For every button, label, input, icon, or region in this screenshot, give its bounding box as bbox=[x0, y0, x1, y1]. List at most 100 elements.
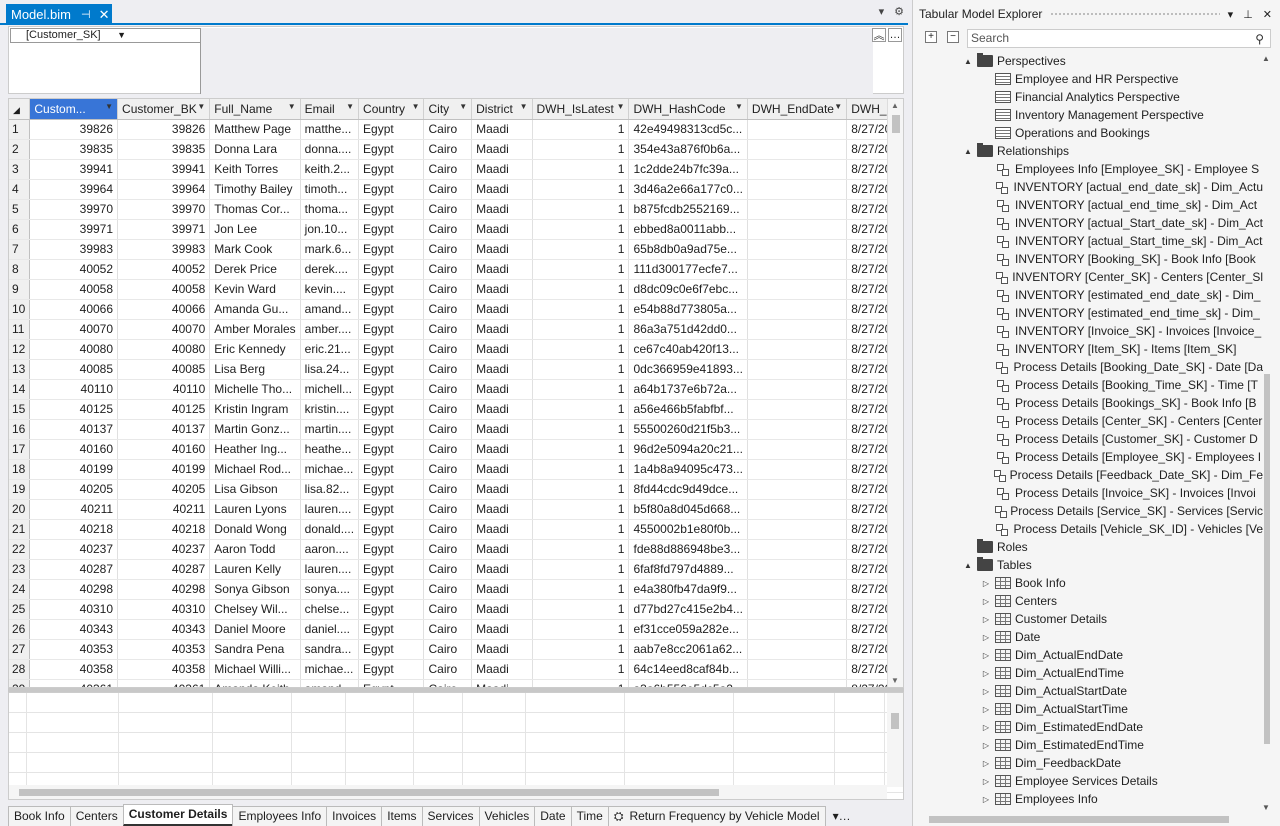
table-cell[interactable]: Maadi bbox=[471, 239, 533, 260]
table-cell[interactable]: 40137 bbox=[29, 419, 119, 440]
table-cell[interactable]: Maadi bbox=[471, 319, 533, 340]
table-cell[interactable] bbox=[747, 199, 848, 220]
table-tab[interactable]: ⛭ Return Frequency by Vehicle Model bbox=[607, 806, 826, 826]
table-cell[interactable]: 1 bbox=[532, 299, 630, 320]
tree-node[interactable]: ▷ Dim_ActualStartDate bbox=[913, 682, 1263, 700]
table-cell[interactable]: Maadi bbox=[471, 259, 533, 280]
table-row[interactable]: 23 40287 40287 Lauren Kelly lauren.... Egypt C… bbox=[9, 559, 903, 580]
table-cell[interactable]: Maadi bbox=[471, 639, 533, 660]
table-cell[interactable]: 1c2dde24b7fc39a... bbox=[628, 159, 748, 180]
table-cell[interactable]: Cairo bbox=[423, 319, 473, 340]
table-row[interactable]: 19 40205 40205 Lisa Gibson lisa.82... Egypt Ca… bbox=[9, 479, 903, 500]
table-cell[interactable]: Egypt bbox=[358, 159, 425, 180]
table-cell[interactable]: Cairo bbox=[423, 499, 473, 520]
table-cell[interactable] bbox=[747, 459, 848, 480]
table-cell[interactable]: Egypt bbox=[358, 239, 425, 260]
column-header[interactable]: Custom... ▼ bbox=[29, 99, 119, 120]
table-cell[interactable] bbox=[747, 439, 848, 460]
table-cell[interactable]: sonya.... bbox=[300, 579, 360, 600]
table-cell[interactable]: a56e466b5fabfbf... bbox=[628, 399, 748, 420]
table-cell[interactable] bbox=[747, 499, 848, 520]
column-header[interactable]: Full_Name ▼ bbox=[209, 99, 301, 120]
table-cell[interactable]: 3d46a2e66a177c0... bbox=[628, 179, 748, 200]
table-cell[interactable]: Sandra Pena bbox=[209, 639, 301, 660]
table-cell[interactable]: 40211 bbox=[29, 499, 119, 520]
scrollbar-thumb[interactable] bbox=[1264, 374, 1270, 744]
table-cell[interactable]: Egypt bbox=[358, 519, 425, 540]
column-header[interactable]: District ▼ bbox=[471, 99, 533, 120]
table-cell[interactable]: 40353 bbox=[117, 639, 211, 660]
table-row[interactable]: 9 40058 40058 Kevin Ward kevin.... Egypt Cairo… bbox=[9, 279, 903, 300]
table-cell[interactable]: mark.6... bbox=[300, 239, 360, 260]
table-cell[interactable]: Matthew Page bbox=[209, 119, 301, 140]
table-cell[interactable]: b875fcdb2552169... bbox=[628, 199, 748, 220]
table-cell[interactable]: 40085 bbox=[29, 359, 119, 380]
table-cell[interactable] bbox=[747, 299, 848, 320]
table-cell[interactable] bbox=[747, 559, 848, 580]
expand-toggle-icon[interactable]: ▷ bbox=[979, 759, 993, 768]
table-cell[interactable]: Derek Price bbox=[209, 259, 301, 280]
scrollbar-thumb[interactable] bbox=[19, 789, 719, 796]
table-cell[interactable]: Egypt bbox=[358, 439, 425, 460]
table-cell[interactable]: aaron.... bbox=[300, 539, 360, 560]
table-cell[interactable]: 1 bbox=[532, 399, 630, 420]
table-cell[interactable]: Daniel Moore bbox=[209, 619, 301, 640]
tree-node[interactable]: ▷ Dim_EstimatedEndTime bbox=[913, 736, 1263, 754]
tree-node[interactable]: INVENTORY [estimated_end_time_sk] - Dim_ bbox=[913, 304, 1263, 322]
search-input[interactable]: Search ⚲ bbox=[967, 29, 1271, 48]
expand-toggle-icon[interactable]: ▷ bbox=[979, 651, 993, 660]
tree-node[interactable]: Operations and Bookings bbox=[913, 124, 1263, 142]
table-cell[interactable]: 40298 bbox=[117, 579, 211, 600]
table-row[interactable]: 12 40080 40080 Eric Kennedy eric.21... Egypt C… bbox=[9, 339, 903, 360]
table-cell[interactable]: donald.... bbox=[300, 519, 360, 540]
table-cell[interactable] bbox=[747, 639, 848, 660]
table-cell[interactable]: Cairo bbox=[423, 539, 473, 560]
table-cell[interactable]: eric.21... bbox=[300, 339, 360, 360]
close-icon[interactable]: ✕ bbox=[1263, 8, 1272, 21]
table-cell[interactable]: Cairo bbox=[423, 119, 473, 140]
grid-vertical-scrollbar[interactable]: ▲ ▼ bbox=[887, 99, 903, 687]
table-cell[interactable] bbox=[747, 179, 848, 200]
tree-node[interactable]: Roles bbox=[913, 538, 1263, 556]
table-cell[interactable]: 40237 bbox=[29, 539, 119, 560]
expand-toggle-icon[interactable]: ▷ bbox=[979, 687, 993, 696]
expand-toggle-icon[interactable]: ▷ bbox=[979, 615, 993, 624]
table-cell[interactable] bbox=[747, 319, 848, 340]
table-cell[interactable]: aab7e8cc2061a62... bbox=[628, 639, 748, 660]
tree-node[interactable]: ▲ Tables bbox=[913, 556, 1263, 574]
table-cell[interactable]: Maadi bbox=[471, 599, 533, 620]
filter-dropdown-icon[interactable]: ▼ bbox=[412, 102, 420, 111]
table-cell[interactable]: Egypt bbox=[358, 679, 425, 687]
table-cell[interactable]: 42e49498313cd5c... bbox=[628, 119, 748, 140]
table-cell[interactable]: 40066 bbox=[29, 299, 119, 320]
title-grip[interactable] bbox=[1050, 11, 1220, 17]
table-cell[interactable]: 40218 bbox=[117, 519, 211, 540]
table-cell[interactable] bbox=[747, 659, 848, 680]
table-cell[interactable]: 1 bbox=[532, 339, 630, 360]
table-cell[interactable]: 1 bbox=[532, 279, 630, 300]
table-cell[interactable]: 1 bbox=[532, 679, 630, 687]
table-cell[interactable]: Cairo bbox=[423, 159, 473, 180]
table-cell[interactable]: Maadi bbox=[471, 659, 533, 680]
table-cell[interactable]: Egypt bbox=[358, 639, 425, 660]
table-cell[interactable]: 39971 bbox=[29, 219, 119, 240]
expand-toggle-icon[interactable]: ▷ bbox=[979, 795, 993, 804]
table-cell[interactable]: 1 bbox=[532, 219, 630, 240]
column-header[interactable]: Email ▼ bbox=[300, 99, 360, 120]
table-cell[interactable]: 1 bbox=[532, 159, 630, 180]
tree-node[interactable]: INVENTORY [actual_Start_date_sk] - Dim_A… bbox=[913, 214, 1263, 232]
table-cell[interactable]: 40358 bbox=[117, 659, 211, 680]
table-cell[interactable] bbox=[747, 379, 848, 400]
table-cell[interactable]: 354e43a876f0b6a... bbox=[628, 139, 748, 160]
table-cell[interactable]: Cairo bbox=[423, 459, 473, 480]
table-cell[interactable]: 8fd44cdc9d49dce... bbox=[628, 479, 748, 500]
tree-node[interactable]: ▷ Dim_FeedbackDate bbox=[913, 754, 1263, 772]
table-cell[interactable]: Cairo bbox=[423, 179, 473, 200]
table-cell[interactable]: d77bd27c415e2b4... bbox=[628, 599, 748, 620]
table-cell[interactable]: 40080 bbox=[117, 339, 211, 360]
table-cell[interactable]: 1 bbox=[532, 519, 630, 540]
table-cell[interactable]: Egypt bbox=[358, 299, 425, 320]
table-row[interactable]: 10 40066 40066 Amanda Gu... amand... Egypt Cai… bbox=[9, 299, 903, 320]
table-cell[interactable]: Eric Kennedy bbox=[209, 339, 301, 360]
table-tab[interactable]: Book Info bbox=[8, 806, 71, 826]
